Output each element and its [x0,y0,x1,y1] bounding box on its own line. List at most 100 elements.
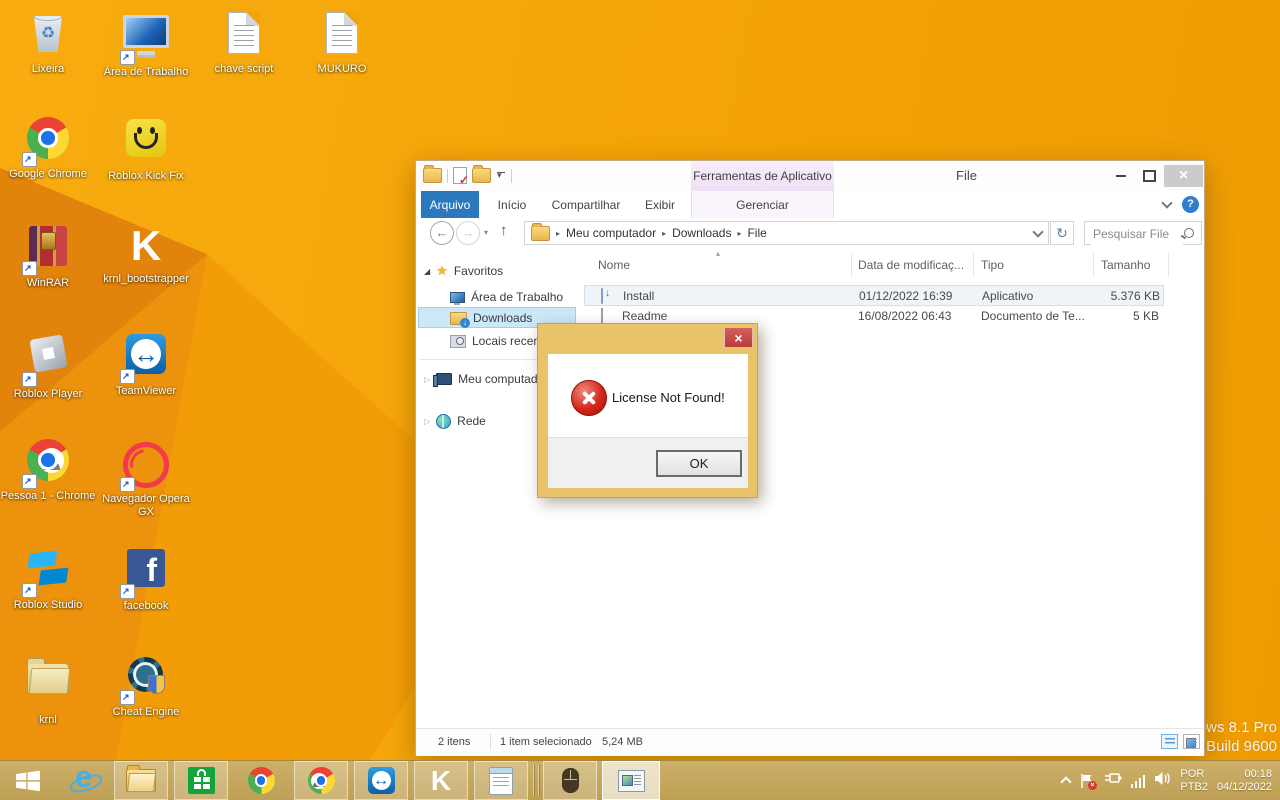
close-button[interactable] [1164,165,1203,187]
taskbar-notepad[interactable] [474,761,528,800]
desktop-icon-facebook[interactable]: facebook [98,544,194,613]
search-input[interactable] [1091,223,1183,245]
recent-places-icon [450,335,466,348]
details-view-icon[interactable] [1161,734,1178,749]
taskbar-internet-explorer[interactable] [58,761,112,800]
window-title: File [956,161,977,191]
column-header-tipo[interactable]: Tipo [981,258,1004,272]
maximize-button[interactable] [1136,165,1162,187]
expander-open-icon[interactable] [424,267,430,276]
breadcrumb-item[interactable]: File [747,226,766,240]
desktop-icon-roblox-player[interactable]: Roblox Player [0,330,96,401]
network-signal-icon[interactable] [1131,774,1146,788]
taskbar-mouse-app[interactable] [543,761,597,800]
forward-button[interactable] [456,221,480,245]
explorer-window: Ferramentas de Aplicativo File Arquivo I… [415,160,1205,755]
breadcrumb-item[interactable]: Meu computador [566,226,656,240]
title-bar[interactable]: Ferramentas de Aplicativo File [416,161,1204,191]
column-header-data[interactable]: Data de modificaç... [858,258,964,272]
desktop-icon-roblox-studio[interactable]: Roblox Studio [0,544,96,612]
desktop-icon-krnl-folder[interactable]: krnl [0,652,96,727]
desktop-icon-chave-script[interactable]: chave script [196,8,292,76]
tab-exibir[interactable]: Exibir [632,191,688,218]
contextual-tab-header[interactable]: Ferramentas de Aplicativo [691,161,834,191]
facebook-f-icon [127,549,165,587]
desktop-icon-teamviewer[interactable]: TeamViewer [98,330,194,398]
search-icon[interactable] [1184,228,1194,238]
breadcrumb-item[interactable]: Downloads [672,226,731,240]
clock[interactable]: 00:18 04/12/2022 [1217,768,1272,794]
tab-inicio[interactable]: Início [484,191,540,218]
shortcut-arrow-icon [120,477,135,492]
ok-button[interactable]: OK [656,450,742,477]
language-indicator[interactable]: POR PTB2 [1180,768,1208,794]
action-center-flag-icon[interactable] [1079,773,1095,789]
desktop-icon-label: WinRAR [0,277,101,290]
dialog-close-button[interactable] [724,327,753,348]
roblox-tile-icon [29,334,67,372]
taskbar-chrome-person[interactable] [294,761,348,800]
folder-icon[interactable] [423,168,442,183]
taskbar-chrome[interactable] [234,761,288,800]
desktop-icon-pessoa1-chrome[interactable]: Pessoa 1 - Chrome [0,436,96,503]
date: 04/12/2022 [1217,781,1272,794]
expander-closed-icon[interactable] [424,375,430,384]
column-divider[interactable] [1093,253,1094,277]
thumbnails-view-icon[interactable] [1183,734,1200,749]
desktop-icon-winrar[interactable]: WinRAR [0,222,96,290]
sidebar-item-meu-computador[interactable]: Meu computador [424,369,548,389]
back-button[interactable] [430,221,454,245]
column-header-nome[interactable]: Nome [598,258,630,272]
sidebar-item-rede[interactable]: Rede [424,411,486,431]
tab-arquivo[interactable]: Arquivo [421,191,479,218]
minimize-button[interactable] [1108,165,1134,187]
taskbar-teamviewer[interactable] [354,761,408,800]
desktop-icon-area-de-trabalho[interactable]: Área de Trabalho [98,8,194,79]
desktop-icon-cheat-engine[interactable]: Cheat Engine [98,652,194,719]
refresh-button[interactable] [1050,221,1074,245]
column-divider[interactable] [1168,253,1169,277]
icon-image [24,663,72,711]
icon-image [24,337,72,385]
column-header-tamanho[interactable]: Tamanho [1101,258,1150,272]
shortcut-arrow-icon [22,261,37,276]
column-divider[interactable] [851,253,852,277]
desktop-icon-opera-gx[interactable]: Navegador Opera GX [98,436,194,519]
sidebar-item-favoritos[interactable]: Favoritos [424,261,503,281]
qat-customize-caret-icon[interactable] [496,170,506,182]
icon-image [24,12,72,60]
desktop-icon-mukuro[interactable]: MUKURO [294,8,390,76]
tab-compartilhar[interactable]: Compartilhar [540,191,632,218]
desktop-icon-krnl-bootstrapper[interactable]: krnl_bootstrapper [98,222,194,286]
desktop-icon-lixeira[interactable]: Lixeira [0,8,96,76]
desktop-icon-label: Roblox Kick Fix [93,170,199,183]
expander-closed-icon[interactable] [424,417,430,426]
history-caret-icon[interactable] [484,228,488,237]
start-button[interactable] [2,761,54,800]
tab-gerenciar[interactable]: Gerenciar [691,191,834,218]
new-folder-icon[interactable] [472,168,491,183]
taskbar-separator [533,765,534,796]
file-row-install[interactable]: Install 01/12/2022 16:39 Aplicativo 5.37… [584,285,1164,306]
taskbar-active-dialog[interactable] [602,761,660,800]
desktop-icon-label: krnl [0,714,101,727]
help-icon[interactable] [1182,196,1199,213]
address-dropdown-chevron-icon[interactable] [1032,226,1043,237]
up-button[interactable] [500,222,508,239]
sidebar-item-downloads[interactable]: Downloads [450,308,532,328]
sidebar-item-area-de-trabalho[interactable]: Área de Trabalho [450,287,563,307]
properties-icon[interactable] [453,167,467,184]
taskbar-windows-store[interactable] [174,761,228,800]
volume-icon[interactable] [1154,771,1171,791]
chevron-up-icon[interactable] [1060,776,1071,787]
shortcut-arrow-icon [22,474,37,489]
taskbar-krnl[interactable] [414,761,468,800]
column-divider[interactable] [973,253,974,277]
power-plug-icon[interactable] [1104,771,1122,790]
file-type: Aplicativo [982,289,1033,303]
taskbar-file-explorer[interactable] [114,761,168,800]
desktop-icon-roblox-kick-fix[interactable]: Roblox Kick Fix [98,114,194,183]
breadcrumb[interactable]: Meu computador Downloads File [524,221,1049,245]
desktop-icon-google-chrome[interactable]: Google Chrome [0,114,96,181]
ribbon-collapse-chevron-icon[interactable] [1161,197,1172,208]
